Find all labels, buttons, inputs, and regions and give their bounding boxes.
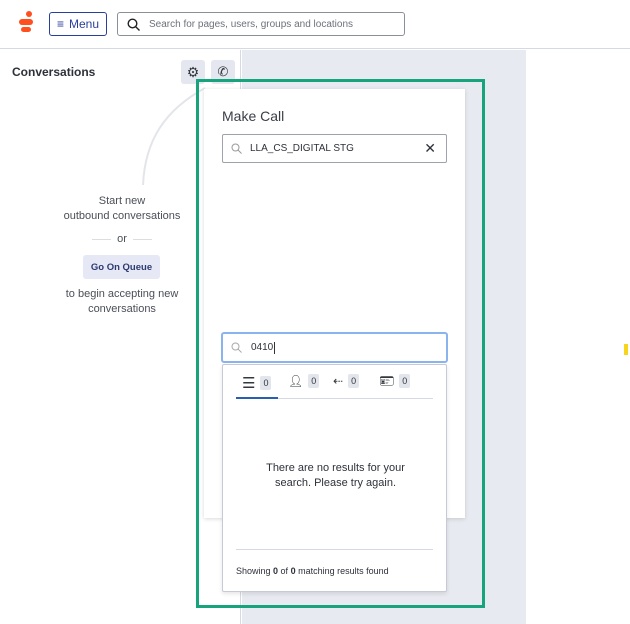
- global-search-input[interactable]: Search for pages, users, groups and loca…: [117, 12, 405, 36]
- hamburger-icon: ≡: [56, 17, 64, 31]
- search-icon: [127, 17, 140, 31]
- status-marker: [624, 344, 628, 355]
- highlight-box: [196, 79, 485, 608]
- start-text: Start new outbound conversations: [63, 195, 181, 222]
- top-header: ≡ Menu Search for pages, users, groups an…: [0, 0, 630, 49]
- menu-button[interactable]: ≡ Menu: [49, 12, 107, 36]
- accept-text: to begin accepting new conversations: [65, 288, 179, 315]
- conversations-title: Conversations: [12, 65, 96, 79]
- or-divider: or: [92, 232, 152, 247]
- phone-icon: ✆: [217, 64, 229, 79]
- genesys-logo[interactable]: [18, 11, 34, 42]
- go-on-queue-button[interactable]: Go On Queue: [83, 255, 160, 279]
- gear-icon: ⚙: [186, 63, 200, 80]
